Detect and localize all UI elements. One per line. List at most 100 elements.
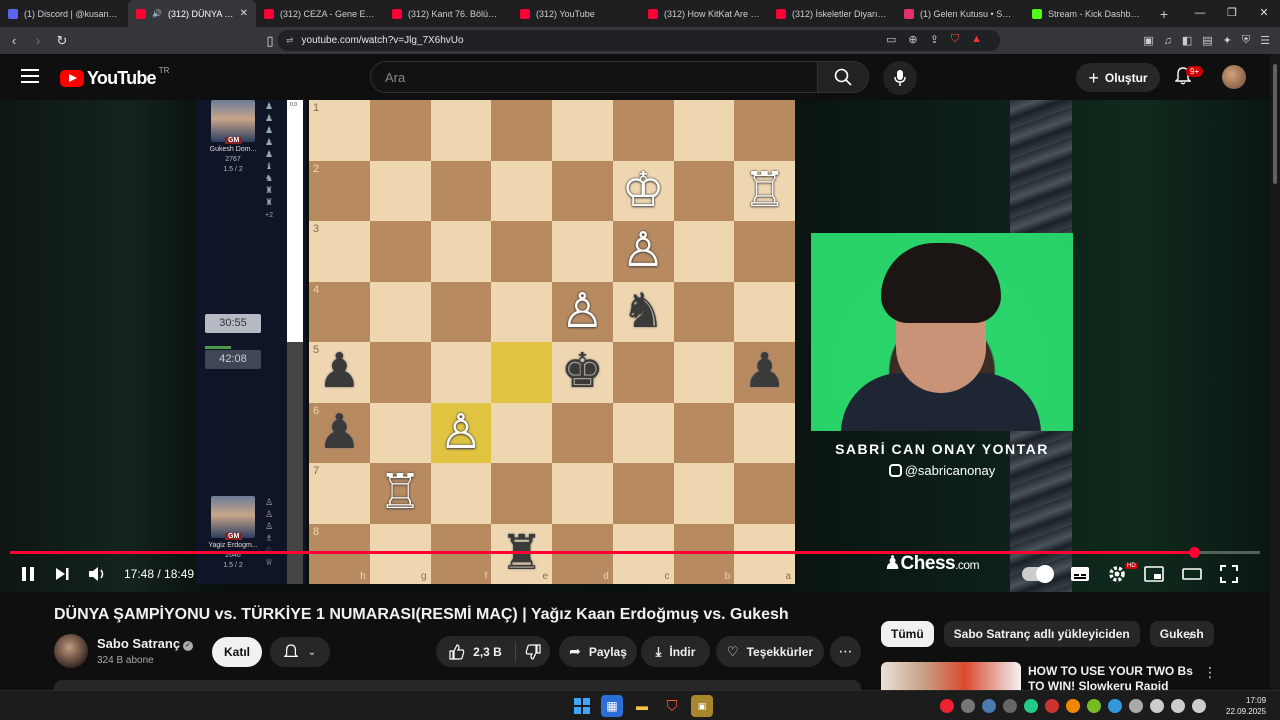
- tray-record-icon[interactable]: [940, 699, 954, 713]
- voice-search-button[interactable]: [883, 61, 917, 95]
- browser-tab[interactable]: (312) Kanıt 76. Bölüm - Ful: [384, 0, 512, 27]
- brave-browser-icon[interactable]: ⛉: [661, 695, 683, 717]
- tray-app-icon[interactable]: [961, 699, 975, 713]
- filter-chip[interactable]: Tümü: [881, 621, 934, 647]
- minimize-icon[interactable]: —: [1184, 0, 1216, 27]
- search-input[interactable]: [385, 69, 817, 85]
- cast-icon[interactable]: ▭: [886, 33, 896, 46]
- tray-blue-icon[interactable]: [1108, 699, 1122, 713]
- create-button[interactable]: + Oluştur: [1076, 63, 1160, 92]
- taskbar-clock[interactable]: 17:09 22.09.2025: [1226, 695, 1266, 717]
- tab-audio-icon[interactable]: 🔊: [152, 9, 162, 18]
- board-square: 6 ♟: [309, 402, 370, 463]
- wallet-icon[interactable]: ▤: [1202, 34, 1212, 47]
- new-tab-icon[interactable]: +: [1152, 6, 1176, 22]
- tray-green-icon[interactable]: [1024, 699, 1038, 713]
- gallery-icon[interactable]: ▦: [601, 695, 623, 717]
- board-square: 4: [309, 281, 370, 342]
- autoplay-toggle[interactable]: [1022, 565, 1054, 583]
- channel-name-row[interactable]: Sabo Satranç ✓: [97, 636, 194, 651]
- browser-tab[interactable]: (1) Discord | @kusanagi: [0, 0, 128, 27]
- browser-tab[interactable]: (1) Gelen Kutusu • Sohbet: [896, 0, 1024, 27]
- file-explorer-icon[interactable]: ▬: [631, 695, 653, 717]
- restore-icon[interactable]: ❐: [1216, 0, 1248, 27]
- thanks-button[interactable]: ♡ Teşekkürler: [716, 636, 824, 667]
- progress-bar[interactable]: [10, 547, 1260, 558]
- browser-tab[interactable]: (312) YouTube: [512, 0, 640, 27]
- channel-name[interactable]: Sabo Satranç: [97, 636, 180, 651]
- music-icon[interactable]: ♫: [1164, 35, 1172, 47]
- board-square: [552, 100, 613, 161]
- back-icon[interactable]: ‹: [4, 33, 24, 48]
- bottom-player-title: GM: [225, 533, 243, 540]
- video-player[interactable]: GM Gukesh Dom... 2767 1.5 / 2 ♟ ♟ ♟ ♟ ♟ ♝ ♞ ♜ ♜ +…: [0, 100, 1270, 592]
- tray-mic-icon[interactable]: [1129, 699, 1143, 713]
- channel-avatar[interactable]: [54, 634, 88, 668]
- leo-icon[interactable]: ✦: [1223, 34, 1232, 47]
- vpn-icon[interactable]: ⛨: [1242, 34, 1250, 47]
- player-controls-left: 17:48 / 18:49: [20, 563, 194, 585]
- tray-orange-icon[interactable]: [1066, 699, 1080, 713]
- browser-tab[interactable]: (312) How KitKat Are Mad: [640, 0, 768, 27]
- pause-icon[interactable]: [20, 566, 36, 582]
- reload-icon[interactable]: ↻: [52, 33, 72, 49]
- tray-network-icon[interactable]: [1150, 699, 1164, 713]
- bookmark-icon[interactable]: ▯: [260, 33, 280, 49]
- scrollbar-thumb[interactable]: [1273, 64, 1277, 184]
- settings-gear-icon[interactable]: [1108, 565, 1126, 583]
- browser-tab[interactable]: 🔊 (312) DÜNYA ŞAMPİ ✕: [128, 0, 256, 27]
- menu-icon[interactable]: ☰: [1260, 34, 1270, 47]
- forward-icon[interactable]: ›: [28, 33, 48, 48]
- zoom-icon[interactable]: ⊕: [908, 33, 917, 46]
- browser-tab[interactable]: (312) CEZA - Gene Elde M: [256, 0, 384, 27]
- description-box[interactable]: [54, 680, 861, 690]
- sidebar-toggle-icon[interactable]: ▣: [1143, 34, 1153, 47]
- page-scrollbar[interactable]: [1270, 54, 1280, 690]
- tray-link-icon[interactable]: [1003, 699, 1017, 713]
- subscription-bell-button[interactable]: ⌄: [270, 637, 330, 667]
- like-button[interactable]: 2,3 B: [436, 641, 516, 662]
- miniplayer-icon[interactable]: [1144, 566, 1164, 582]
- chess-piece: ♙: [439, 405, 483, 459]
- tray-steam-icon[interactable]: [982, 699, 996, 713]
- join-button[interactable]: Katıl: [212, 637, 262, 667]
- share-button[interactable]: ➦ Paylaş: [559, 636, 637, 667]
- subtitles-icon[interactable]: [1070, 566, 1090, 582]
- volume-icon[interactable]: [88, 566, 106, 582]
- download-button[interactable]: ⤓ İndir: [641, 636, 710, 667]
- browser-tab[interactable]: Stream - Kick Dashboard: [1024, 0, 1152, 27]
- site-info-icon[interactable]: ⇌: [286, 35, 294, 46]
- next-icon[interactable]: [54, 566, 70, 582]
- tray-volume-icon[interactable]: [1171, 699, 1185, 713]
- filter-chip[interactable]: Gukesh: [1149, 621, 1214, 647]
- more-actions-button[interactable]: ⋯: [830, 636, 861, 667]
- fullscreen-icon[interactable]: [1220, 565, 1238, 583]
- rewards-icon[interactable]: ▲: [971, 33, 982, 46]
- brave-shield-icon[interactable]: ⛉: [951, 33, 959, 46]
- recommended-more-icon[interactable]: ⋮: [1203, 664, 1217, 681]
- tray-shield-icon[interactable]: [1045, 699, 1059, 713]
- filter-chip[interactable]: Sabo Satranç adlı yükleyiciden: [943, 621, 1140, 647]
- dislike-button[interactable]: [516, 643, 550, 660]
- progress-scrubber[interactable]: [1188, 547, 1200, 558]
- like-count: 2,3 B: [473, 644, 502, 659]
- app-icon[interactable]: ▣: [691, 695, 713, 717]
- account-avatar[interactable]: [1222, 65, 1246, 89]
- recommended-title[interactable]: HOW TO USE YOUR TWO Bs TO WIN! Slowkeru …: [1028, 664, 1196, 690]
- recommended-thumbnail[interactable]: [881, 662, 1021, 690]
- theater-mode-icon[interactable]: [1182, 566, 1202, 582]
- tray-battery-icon[interactable]: [1192, 699, 1206, 713]
- browser-tab[interactable]: (312) İskeletler Diyarında: [768, 0, 896, 27]
- youtube-wordmark: YouTube: [87, 68, 157, 88]
- share-page-icon[interactable]: ⇪: [930, 33, 939, 46]
- thumbs-down-icon: [525, 643, 541, 660]
- panel-icon[interactable]: ◧: [1182, 34, 1192, 47]
- youtube-logo[interactable]: YouTube TR: [60, 66, 169, 89]
- close-window-icon[interactable]: ✕: [1248, 0, 1280, 27]
- start-icon[interactable]: [571, 695, 593, 717]
- tab-close-icon[interactable]: ✕: [240, 8, 248, 19]
- guide-menu-icon[interactable]: [21, 69, 39, 83]
- search-button[interactable]: [817, 61, 869, 93]
- tray-nvidia-icon[interactable]: [1087, 699, 1101, 713]
- chevron-right-icon[interactable]: ›: [1188, 627, 1193, 643]
